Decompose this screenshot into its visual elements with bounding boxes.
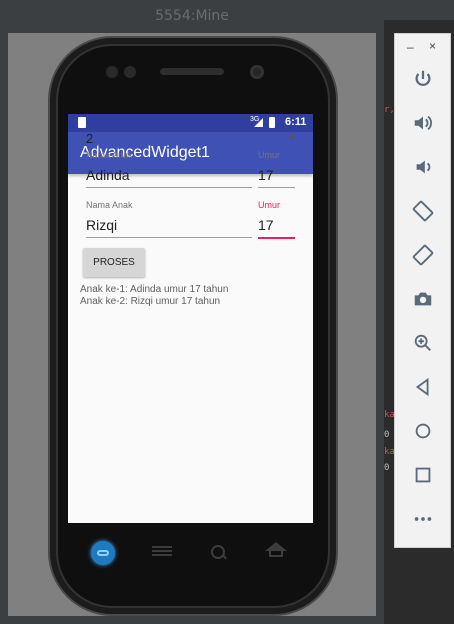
input-underline (86, 237, 252, 238)
close-button[interactable]: × (429, 39, 436, 53)
dropdown-arrow-icon (288, 135, 296, 140)
child-2-age-value: 17 (258, 217, 274, 233)
volume-up-icon[interactable] (408, 108, 438, 138)
input-underline (258, 187, 295, 188)
child-1-age-label: Umur (258, 150, 280, 160)
camera-lens-icon (250, 65, 264, 79)
minimize-button[interactable]: – (407, 40, 414, 54)
child-2-name-label: Nama Anak (86, 200, 133, 210)
result-line: Anak ke-2: Rizqi umur 17 tahun (80, 296, 221, 307)
back-icon[interactable] (408, 372, 438, 402)
volume-down-icon[interactable] (408, 152, 438, 182)
window-title: 5554:Mine (0, 0, 384, 33)
battery-icon (269, 117, 275, 128)
ide-code-fragment: 0 (384, 463, 390, 473)
menu-nav-icon[interactable] (152, 546, 172, 558)
result-list: Anak ke-1: Adinda umur 17 tahun Anak ke-… (80, 284, 228, 308)
result-line: Anak ke-1: Adinda umur 17 tahun (80, 284, 229, 295)
child-2-name-field[interactable]: Nama Anak Rizqi (86, 200, 252, 238)
child-2-age-label: Umur (258, 200, 280, 210)
camera-icon[interactable] (408, 284, 438, 314)
input-underline-focused (258, 237, 295, 239)
sd-card-icon (78, 117, 86, 128)
power-icon[interactable] (408, 64, 438, 94)
ide-toolbar-strip (384, 0, 454, 20)
child-1-age-field[interactable]: Umur 17 (258, 150, 295, 188)
child-1-name-value: Adinda (86, 167, 130, 183)
children-count-spinner[interactable]: 2 (86, 130, 296, 148)
sensor-icon (106, 66, 118, 78)
input-underline (86, 187, 252, 188)
proses-button[interactable]: PROSES (83, 248, 145, 277)
back-nav-icon[interactable] (91, 541, 115, 565)
spinner-value: 2 (86, 131, 94, 146)
search-nav-icon[interactable] (211, 545, 225, 559)
earpiece (160, 68, 224, 75)
child-2-age-field[interactable]: Umur 17 (258, 200, 295, 239)
emulator-toolbar: – × (394, 33, 451, 548)
sensor-icon (124, 66, 136, 78)
device-screen: 3G 6:11 AdvancedWidget1 2 Nama Anak Adin… (68, 114, 313, 523)
child-2-name-value: Rizqi (86, 217, 118, 233)
signal-icon (254, 118, 263, 127)
more-icon[interactable] (408, 504, 438, 534)
status-time: 6:11 (285, 116, 307, 128)
zoom-icon[interactable] (408, 328, 438, 358)
rotate-left-icon[interactable] (408, 196, 438, 226)
rotate-right-icon[interactable] (408, 240, 438, 270)
child-1-name-field[interactable]: Nama Anak Adinda (86, 150, 252, 188)
overview-icon[interactable] (408, 460, 438, 490)
child-1-name-label: Nama Anak (86, 150, 133, 160)
home-icon[interactable] (408, 416, 438, 446)
home-nav-icon[interactable] (265, 542, 287, 557)
child-1-age-value: 17 (258, 167, 274, 183)
ide-code-fragment: 0 (384, 430, 390, 440)
